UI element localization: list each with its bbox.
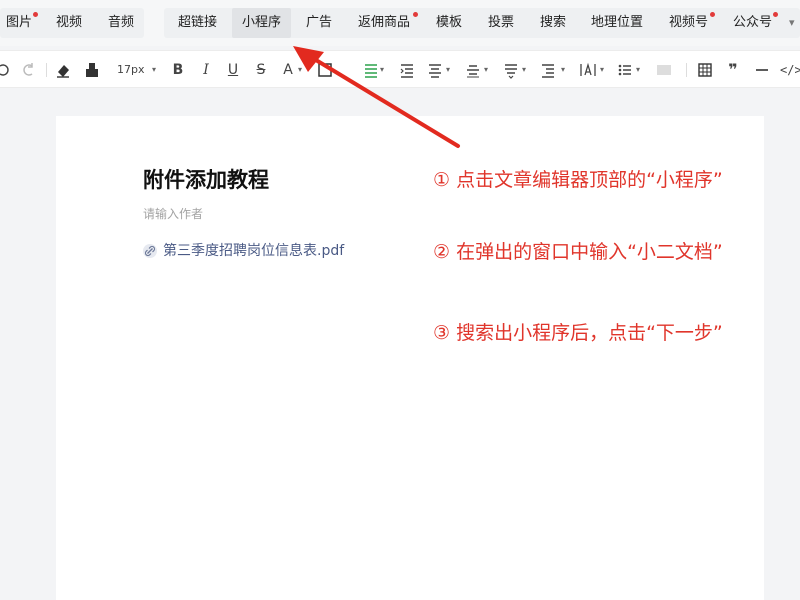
red-arrow-annotation — [293, 46, 460, 148]
